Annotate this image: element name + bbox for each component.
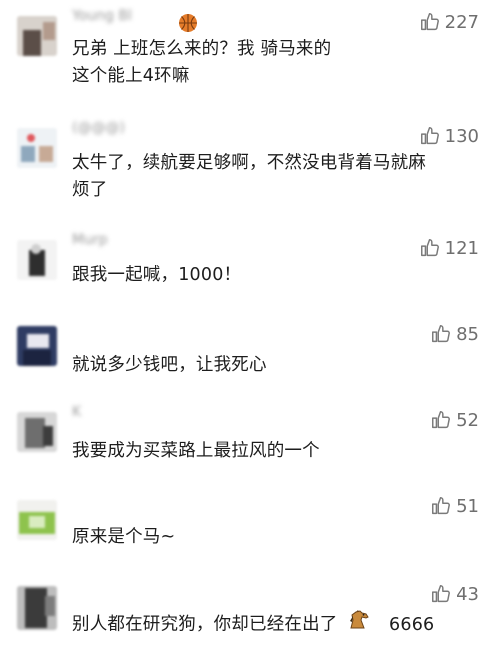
avatar[interactable] — [17, 500, 57, 540]
like-count: 227 — [444, 11, 479, 33]
thumbs-up-icon — [420, 239, 439, 257]
thumbs-up-icon — [420, 127, 439, 145]
avatar[interactable] — [17, 128, 57, 168]
comment-text: 太牛了，续航要足够啊，不然没电背着马就麻 烦了 — [72, 153, 426, 200]
like-count: 85 — [456, 323, 479, 345]
horse-icon — [347, 608, 371, 641]
thumbs-up-icon — [432, 497, 451, 515]
like-button[interactable]: 130 — [419, 124, 479, 148]
like-button[interactable]: 121 — [419, 236, 479, 260]
avatar[interactable] — [17, 16, 57, 56]
like-button[interactable]: 51 — [430, 494, 479, 518]
thumbs-up-icon — [420, 13, 439, 31]
comment-text: 原来是个马~ — [72, 527, 176, 547]
like-count: 43 — [456, 583, 479, 605]
like-count: 130 — [444, 125, 479, 147]
avatar[interactable] — [17, 586, 57, 630]
avatar[interactable] — [17, 412, 57, 452]
comment-text: 兄弟 上班怎么来的？我 骑马来的 这个能上4环嘛 — [72, 39, 332, 86]
thumbs-up-icon — [432, 325, 451, 343]
like-button[interactable]: 85 — [430, 322, 479, 346]
like-count: 121 — [444, 237, 479, 259]
comment-text: 我要成为买菜路上最拉风的一个 — [72, 441, 320, 461]
avatar[interactable] — [17, 326, 57, 366]
thumbs-up-icon — [432, 411, 451, 429]
avatar[interactable] — [17, 240, 57, 280]
comment-text: 别人都在研究狗，你却已经在出了 6666 — [72, 608, 483, 641]
like-button[interactable]: 43 — [430, 582, 479, 606]
like-count: 51 — [456, 495, 479, 517]
comment-username[interactable]: (@@@) — [72, 120, 125, 138]
like-count: 52 — [456, 409, 479, 431]
like-button[interactable]: 227 — [419, 10, 479, 34]
comment-username[interactable]: Young Bl — [72, 8, 132, 26]
comment-text: 就说多少钱吧，让我死心 — [72, 355, 267, 375]
basketball-icon — [178, 13, 198, 37]
comment-text: 跟我一起喊，1000！ — [72, 265, 242, 285]
comment-username[interactable]: Murp — [72, 232, 108, 250]
like-button[interactable]: 52 — [430, 408, 479, 432]
thumbs-up-icon — [432, 585, 451, 603]
comment-username[interactable]: K — [72, 404, 81, 422]
